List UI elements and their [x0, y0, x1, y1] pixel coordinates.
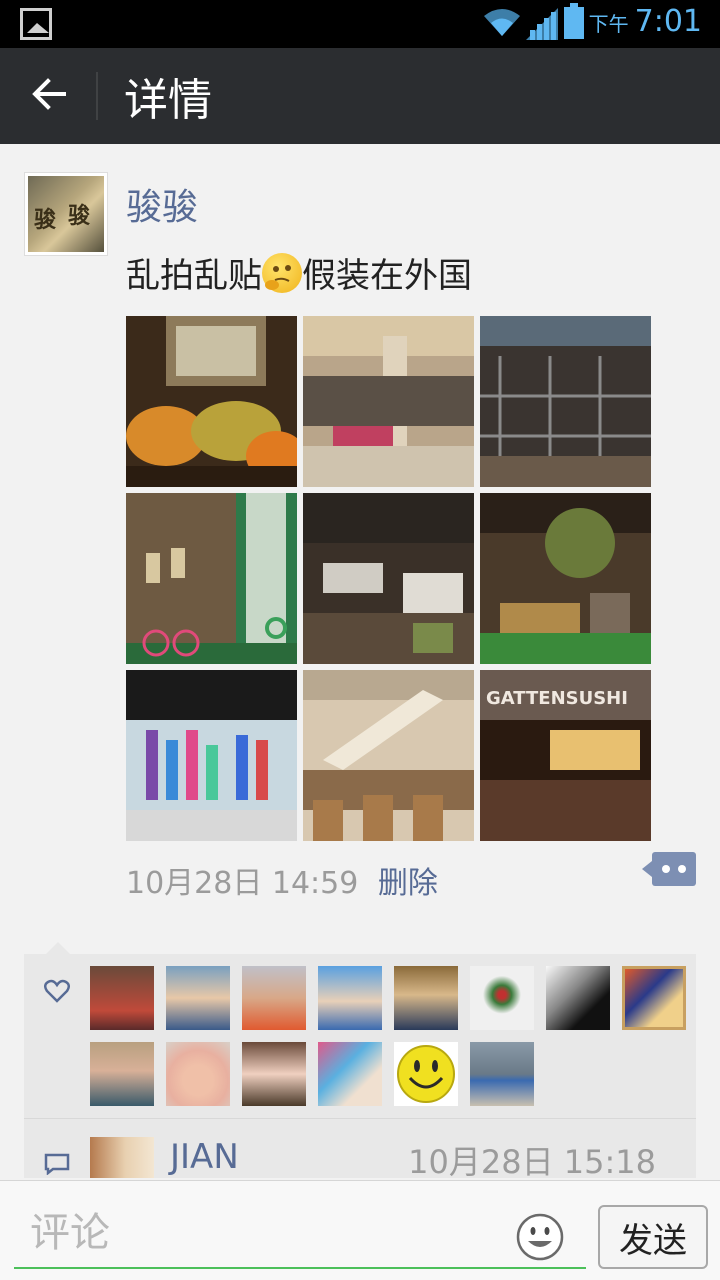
like-avatar-4[interactable] [318, 966, 382, 1030]
post-meta: 10月28日 14:59 删除 [126, 858, 438, 902]
comment-action-button[interactable] [642, 852, 696, 886]
photo-5[interactable] [303, 493, 474, 664]
comment-bubble-icon [44, 1153, 70, 1175]
photo-9[interactable]: GATTENSUSHI [480, 670, 651, 841]
status-bar: 下午 7:01 [0, 0, 720, 48]
author-avatar-image: 骏 骏 [28, 176, 104, 252]
title-bar: 详情 [0, 48, 720, 144]
delete-link[interactable]: 删除 [378, 866, 438, 901]
comment-action-dot-1 [662, 865, 670, 873]
page-title: 详情 [124, 75, 212, 126]
likes-box [24, 942, 696, 1118]
like-avatar-10[interactable] [166, 1042, 230, 1106]
like-avatar-13[interactable] [394, 1042, 458, 1106]
like-avatar-1[interactable] [90, 966, 154, 1030]
like-avatar-7[interactable] [546, 966, 610, 1030]
like-avatar-9[interactable] [90, 1042, 154, 1106]
thinking-face-icon [262, 253, 302, 293]
clock: 下午 7:01 [589, 4, 702, 39]
photo-3[interactable] [480, 316, 651, 487]
like-avatar-12[interactable] [318, 1042, 382, 1106]
like-avatar-3[interactable] [242, 966, 306, 1030]
clock-time: 7:01 [634, 4, 702, 39]
like-avatar-8[interactable] [622, 966, 686, 1030]
author-avatar[interactable]: 骏 骏 [24, 172, 108, 256]
like-avatar-14[interactable] [470, 1042, 534, 1106]
like-avatar-2[interactable] [166, 966, 230, 1030]
author-name[interactable]: 骏骏 [126, 178, 198, 230]
photo-7[interactable] [126, 670, 297, 841]
arrow-left-icon[interactable] [24, 68, 76, 120]
title-divider [96, 72, 98, 120]
gallery-notification-icon [20, 8, 52, 40]
photo-2[interactable] [303, 316, 474, 487]
comment-avatar[interactable] [90, 1137, 154, 1178]
comment-row[interactable]: JIAN 10月28日 15:18 [24, 1118, 696, 1178]
post-timestamp: 10月28日 14:59 [126, 866, 359, 901]
clock-ampm: 下午 [588, 12, 629, 36]
avatar-char-1: 骏 [34, 208, 57, 233]
smiley-face-icon[interactable] [516, 1213, 564, 1261]
post-text: 乱拍乱贴 假装在外国 [126, 248, 472, 297]
photo-4[interactable] [126, 493, 297, 664]
like-avatar-11[interactable] [242, 1042, 306, 1106]
avatar-char-2: 骏 [68, 204, 91, 229]
comment-author-name[interactable]: JIAN [170, 1137, 239, 1177]
post-text-part-2: 假装在外国 [302, 256, 472, 296]
battery-icon [564, 3, 584, 39]
post-text-part-1: 乱拍乱贴 [126, 256, 262, 296]
signal-icon [526, 8, 558, 40]
comment-input[interactable] [14, 1199, 586, 1269]
photo-6[interactable] [480, 493, 651, 664]
comment-action-dot-2 [678, 865, 686, 873]
comment-timestamp: 10月28日 15:18 [408, 1143, 656, 1178]
comment-input-bar: 发送 [0, 1180, 720, 1280]
svg-text:GATTENSUSHI: GATTENSUSHI [486, 688, 628, 709]
like-avatar-5[interactable] [394, 966, 458, 1030]
like-avatar-6[interactable] [470, 966, 534, 1030]
send-button[interactable]: 发送 [598, 1205, 708, 1269]
heart-icon [44, 979, 70, 1003]
photo-1[interactable] [126, 316, 297, 487]
wifi-icon [484, 9, 520, 36]
photo-8[interactable] [303, 670, 474, 841]
